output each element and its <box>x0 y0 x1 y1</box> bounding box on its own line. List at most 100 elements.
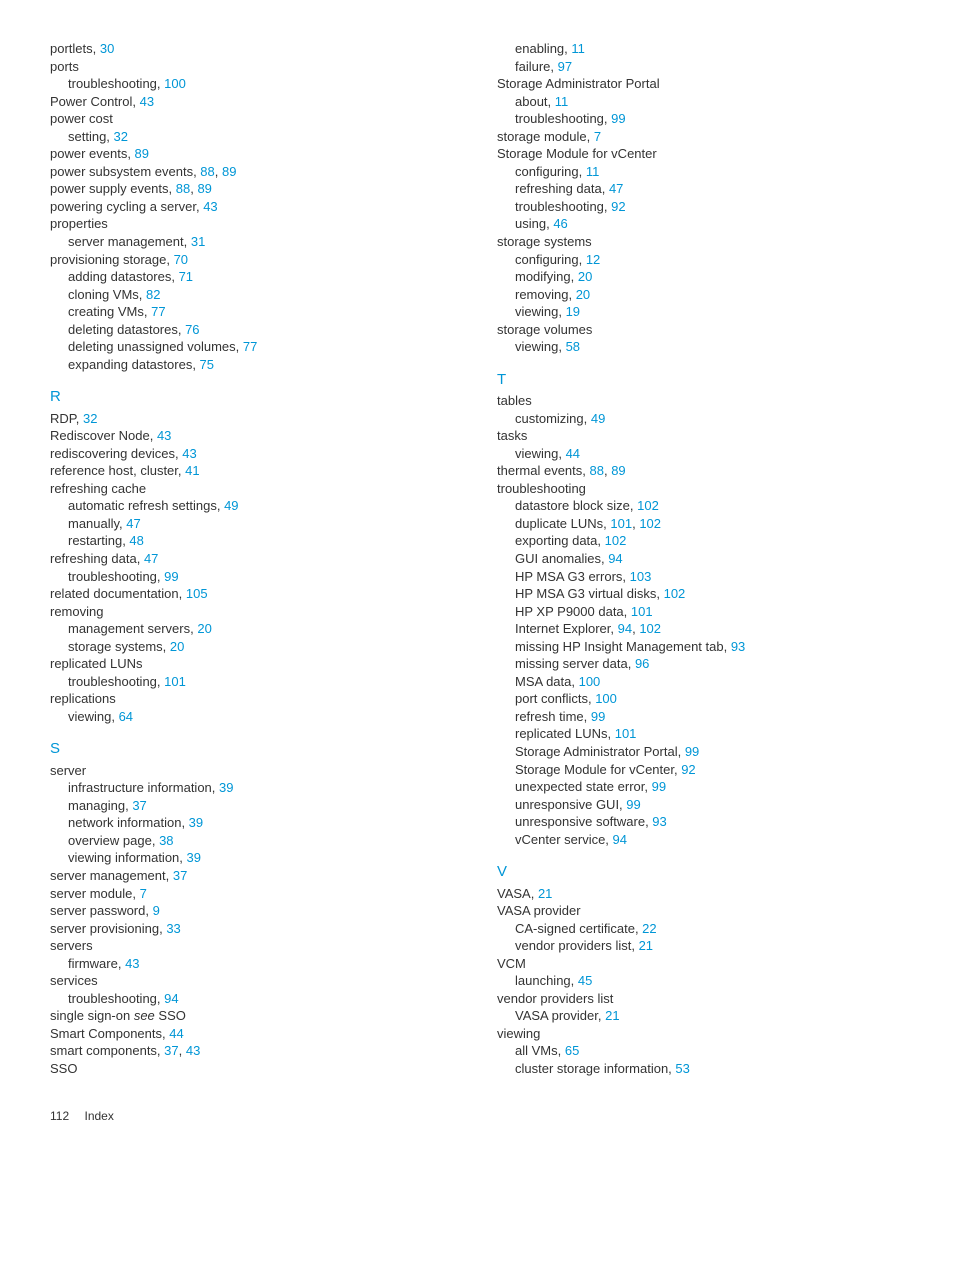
index-entry: VCM <box>497 955 904 973</box>
index-page-link[interactable]: 77 <box>243 339 257 354</box>
index-page-link[interactable]: 7 <box>594 129 601 144</box>
index-page-link[interactable]: 30 <box>100 41 114 56</box>
index-page-link[interactable]: 39 <box>187 850 201 865</box>
index-page-link[interactable]: 43 <box>125 956 139 971</box>
index-page-link[interactable]: 20 <box>170 639 184 654</box>
index-page-link[interactable]: 37 <box>164 1043 178 1058</box>
index-page-link[interactable]: 39 <box>189 815 203 830</box>
index-page-link[interactable]: 101 <box>164 674 186 689</box>
index-page-link[interactable]: 58 <box>566 339 580 354</box>
index-page-link[interactable]: 21 <box>538 886 552 901</box>
index-page-link[interactable]: 101 <box>615 726 637 741</box>
index-page-link[interactable]: 99 <box>591 709 605 724</box>
index-page-link[interactable]: 88 <box>200 164 214 179</box>
index-page-link[interactable]: 94 <box>613 832 627 847</box>
index-page-link[interactable]: 89 <box>611 463 625 478</box>
index-page-link[interactable]: 31 <box>191 234 205 249</box>
index-page-link[interactable]: 64 <box>119 709 133 724</box>
index-page-link[interactable]: 45 <box>578 973 592 988</box>
index-page-link[interactable]: 48 <box>129 533 143 548</box>
index-page-link[interactable]: 46 <box>553 216 567 231</box>
index-page-link[interactable]: 93 <box>731 639 745 654</box>
index-page-link[interactable]: 94 <box>618 621 632 636</box>
index-page-link[interactable]: 22 <box>642 921 656 936</box>
page-number: 112 <box>50 1109 69 1123</box>
index-page-link[interactable]: 70 <box>174 252 188 267</box>
index-page-link[interactable]: 102 <box>639 516 661 531</box>
index-page-link[interactable]: 88 <box>176 181 190 196</box>
index-page-link[interactable]: 100 <box>579 674 601 689</box>
index-page-link[interactable]: 77 <box>151 304 165 319</box>
index-page-link[interactable]: 97 <box>558 59 572 74</box>
index-page-link[interactable]: 7 <box>140 886 147 901</box>
index-subentry: troubleshooting, 100 <box>50 75 457 93</box>
index-page-link[interactable]: 102 <box>639 621 661 636</box>
index-page-link[interactable]: 89 <box>135 146 149 161</box>
index-page-link[interactable]: 47 <box>144 551 158 566</box>
index-page-link[interactable]: 43 <box>140 94 154 109</box>
index-page-link[interactable]: 76 <box>185 322 199 337</box>
index-page-link[interactable]: 47 <box>126 516 140 531</box>
index-page-link[interactable]: 96 <box>635 656 649 671</box>
index-page-link[interactable]: 65 <box>565 1043 579 1058</box>
index-page-link[interactable]: 11 <box>571 41 585 56</box>
index-page-link[interactable]: 89 <box>197 181 211 196</box>
index-page-link[interactable]: 92 <box>611 199 625 214</box>
index-entry: storage systems <box>497 233 904 251</box>
index-page-link[interactable]: 38 <box>159 833 173 848</box>
index-page-link[interactable]: 39 <box>219 780 233 795</box>
index-page-link[interactable]: 43 <box>157 428 171 443</box>
index-page-link[interactable]: 20 <box>578 269 592 284</box>
index-page-link[interactable]: 102 <box>664 586 686 601</box>
index-page-link[interactable]: 102 <box>605 533 627 548</box>
index-page-link[interactable]: 9 <box>153 903 160 918</box>
index-page-link[interactable]: 47 <box>609 181 623 196</box>
index-page-link[interactable]: 12 <box>586 252 600 267</box>
index-page-link[interactable]: 99 <box>626 797 640 812</box>
index-page-link[interactable]: 43 <box>186 1043 200 1058</box>
index-page-link[interactable]: 101 <box>631 604 653 619</box>
index-page-link[interactable]: 75 <box>200 357 214 372</box>
index-page-link[interactable]: 11 <box>586 164 600 179</box>
index-page-link[interactable]: 33 <box>166 921 180 936</box>
index-page-link[interactable]: 88 <box>590 463 604 478</box>
index-page-link[interactable]: 93 <box>652 814 666 829</box>
index-page-link[interactable]: 102 <box>637 498 659 513</box>
index-page-link[interactable]: 44 <box>566 446 580 461</box>
index-subentry: about, 11 <box>497 93 904 111</box>
index-page-link[interactable]: 21 <box>605 1008 619 1023</box>
index-page-link[interactable]: 43 <box>182 446 196 461</box>
index-entry: Rediscover Node, 43 <box>50 427 457 445</box>
index-page-link[interactable]: 100 <box>595 691 617 706</box>
index-page-link[interactable]: 101 <box>610 516 632 531</box>
index-page-link[interactable]: 11 <box>555 94 569 109</box>
index-page-link[interactable]: 99 <box>652 779 666 794</box>
index-page-link[interactable]: 103 <box>630 569 652 584</box>
index-page-link[interactable]: 94 <box>608 551 622 566</box>
index-page-link[interactable]: 41 <box>185 463 199 478</box>
index-page-link[interactable]: 82 <box>146 287 160 302</box>
index-page-link[interactable]: 89 <box>222 164 236 179</box>
index-page-link[interactable]: 99 <box>611 111 625 126</box>
index-page-link[interactable]: 49 <box>224 498 238 513</box>
index-page-link[interactable]: 53 <box>675 1061 689 1076</box>
index-page-link[interactable]: 71 <box>179 269 193 284</box>
index-page-link[interactable]: 21 <box>639 938 653 953</box>
index-page-link[interactable]: 99 <box>164 569 178 584</box>
index-page-link[interactable]: 100 <box>164 76 186 91</box>
index-page-link[interactable]: 19 <box>566 304 580 319</box>
index-page-link[interactable]: 20 <box>576 287 590 302</box>
index-page-link[interactable]: 92 <box>681 762 695 777</box>
index-page-link[interactable]: 32 <box>83 411 97 426</box>
index-page-link[interactable]: 32 <box>114 129 128 144</box>
index-page-link[interactable]: 44 <box>169 1026 183 1041</box>
index-page-link[interactable]: 94 <box>164 991 178 1006</box>
index-page-link[interactable]: 37 <box>132 798 146 813</box>
index-page-link[interactable]: 99 <box>685 744 699 759</box>
index-page-link[interactable]: 43 <box>203 199 217 214</box>
index-page-link[interactable]: 105 <box>186 586 208 601</box>
index-subentry: failure, 97 <box>497 58 904 76</box>
index-page-link[interactable]: 20 <box>197 621 211 636</box>
index-page-link[interactable]: 49 <box>591 411 605 426</box>
index-page-link[interactable]: 37 <box>173 868 187 883</box>
